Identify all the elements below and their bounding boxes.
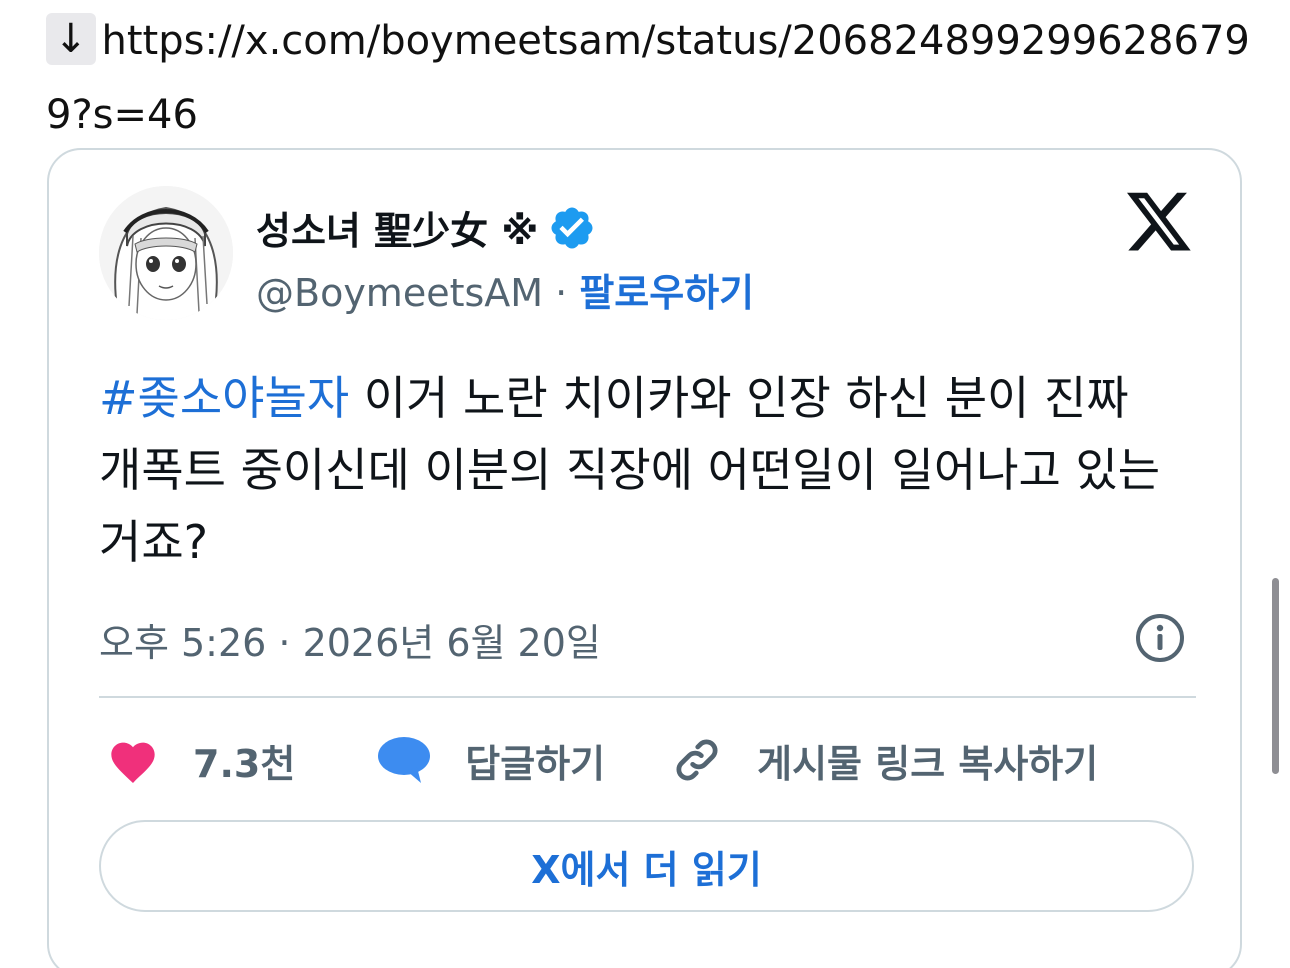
follow-button[interactable]: 팔로우하기 (579, 271, 754, 315)
like-button[interactable]: 7.3천 (107, 733, 295, 788)
reply-label: 답글하기 (465, 741, 606, 786)
avatar[interactable] (99, 186, 233, 320)
handle[interactable]: @BoymeetsAM (256, 271, 543, 315)
link-icon (676, 739, 718, 781)
embedded-tweet-card: 성소녀 聖少女 ※ @BoymeetsAM · 팔로우하기 #좆소야놀자 이거 … (47, 148, 1242, 968)
tweet-text: #좆소야놀자 이거 노란 치이카와 인장 하신 분이 진짜 개폭트 중이신데 이… (99, 362, 1179, 578)
like-count: 7.3천 (193, 741, 296, 786)
copy-link-button[interactable]: 게시물 링크 복사하기 (671, 733, 1098, 788)
display-name[interactable]: 성소녀 聖少女 ※ (256, 200, 596, 255)
info-icon[interactable] (1134, 612, 1186, 664)
url-line: ↓ https://x.com/boymeetsam/status/2068248… (46, 4, 1251, 152)
verified-badge-icon (551, 207, 593, 248)
reply-bubble-icon (378, 737, 431, 783)
tweet-actions: 7.3천 답글하기 게시물 링크 복사하기 (107, 730, 1098, 790)
hashtag-link[interactable]: #좆소야놀자 (99, 371, 349, 425)
heart-icon (111, 742, 155, 783)
x-logo-icon[interactable] (1127, 192, 1193, 254)
divider (99, 696, 1196, 698)
copy-link-label: 게시물 링크 복사하기 (757, 741, 1099, 786)
page: ↓ https://x.com/boymeetsam/status/2068248… (0, 0, 1290, 968)
handle-separator: · (555, 271, 568, 315)
scrollbar[interactable] (1272, 578, 1279, 774)
tweet-timestamp[interactable]: 오후 5:26 · 2026년 6월 20일 (99, 612, 601, 667)
read-more-on-x-button[interactable]: X에서 더 읽기 (99, 820, 1194, 912)
download-arrow-icon[interactable]: ↓ (46, 13, 96, 65)
tweet-url-link[interactable]: https://x.com/boymeetsam/status/20682489… (46, 18, 1250, 138)
reply-button[interactable]: 답글하기 (377, 733, 605, 788)
handle-line: @BoymeetsAM · 팔로우하기 (256, 262, 754, 317)
display-name-text[interactable]: 성소녀 聖少女 ※ (256, 200, 538, 255)
